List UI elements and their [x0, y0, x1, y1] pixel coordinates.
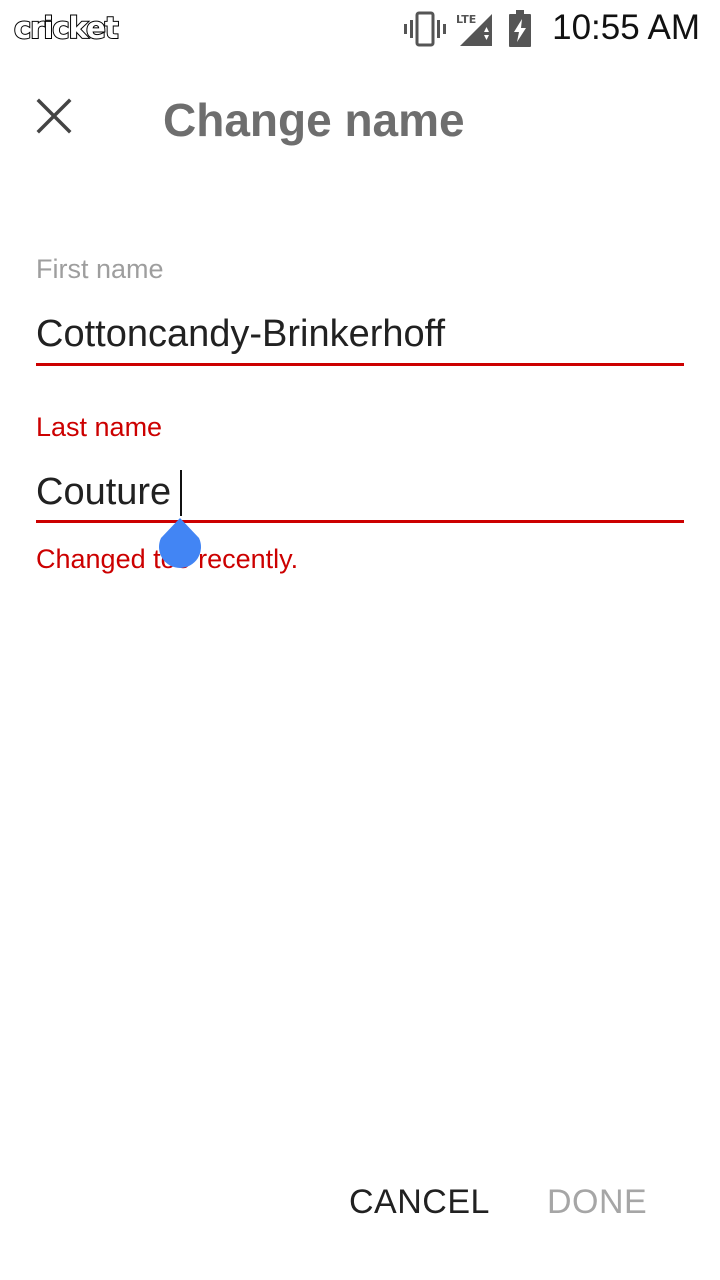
- page-title: Change name: [163, 94, 465, 146]
- last-name-input[interactable]: [36, 468, 684, 516]
- carrier-name: cricket: [13, 10, 120, 46]
- vibrate-icon: [404, 10, 446, 53]
- first-name-field: First name: [36, 252, 684, 372]
- text-cursor: [180, 470, 182, 516]
- first-name-input[interactable]: [36, 310, 684, 358]
- battery-charging-icon: [508, 10, 532, 53]
- network-type-label: LTE: [456, 13, 476, 26]
- app-bar: Change name: [0, 70, 720, 170]
- done-button[interactable]: DONE: [547, 1170, 647, 1234]
- cancel-button[interactable]: CANCEL: [349, 1170, 490, 1234]
- close-icon: [36, 98, 72, 139]
- last-name-underline: [36, 520, 684, 523]
- signal-icon: LTE: [456, 10, 494, 53]
- cursor-handle[interactable]: [157, 518, 203, 568]
- close-button[interactable]: [20, 84, 88, 152]
- first-name-underline: [36, 363, 684, 366]
- first-name-label: First name: [36, 254, 164, 284]
- last-name-label: Last name: [36, 412, 163, 442]
- status-bar: cricket LTE 10:55 AM: [0, 0, 720, 56]
- last-name-field: Last name Changed too recently.: [36, 410, 684, 590]
- clock: 10:55 AM: [552, 8, 700, 47]
